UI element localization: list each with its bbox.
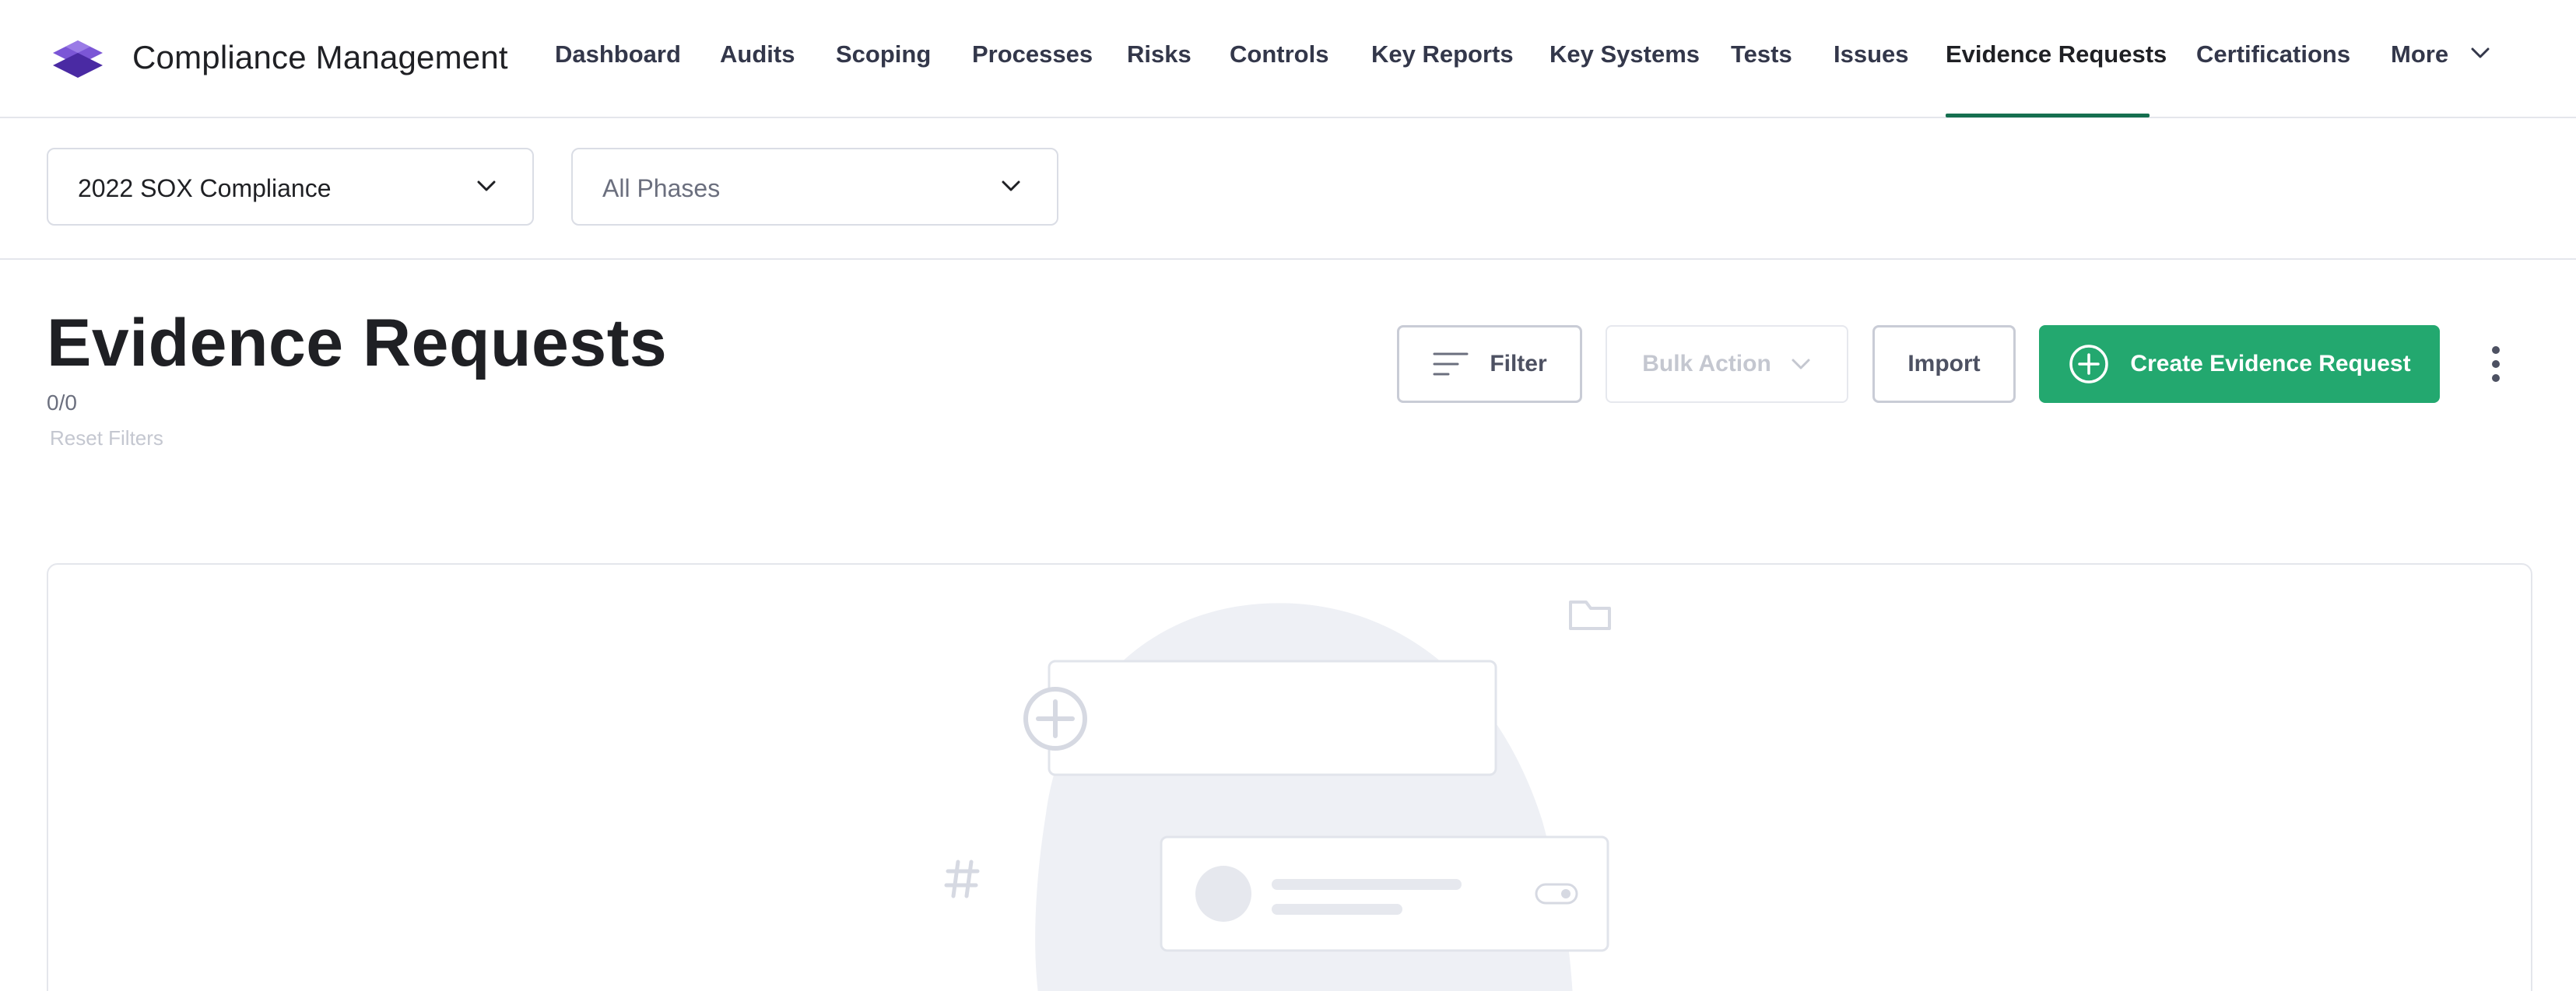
chevron-down-icon[interactable] — [2469, 44, 2492, 62]
nav-more[interactable]: More — [2391, 40, 2448, 68]
filter-bar: 2022 SOX Compliance All Phases — [0, 118, 2576, 260]
filter-lines-icon — [1433, 352, 1469, 376]
nav-evidence-requests[interactable]: Evidence Requests — [1946, 40, 2167, 68]
nav-audits[interactable]: Audits — [720, 40, 795, 68]
phase-select[interactable]: All Phases — [571, 148, 1058, 226]
illustration-card-top — [1048, 660, 1497, 776]
result-count: 0/0 — [47, 390, 77, 415]
illustration-line — [1272, 879, 1462, 890]
bulk-action-label: Bulk Action — [1642, 351, 1771, 376]
filter-button-label: Filter — [1490, 351, 1547, 376]
phase-select-value: All Phases — [602, 174, 721, 202]
more-options-icon[interactable] — [2484, 341, 2508, 387]
nav-risks[interactable]: Risks — [1127, 40, 1191, 68]
nav-dashboard[interactable]: Dashboard — [555, 40, 681, 68]
folder-icon — [1569, 601, 1611, 630]
nav-certifications[interactable]: Certifications — [2196, 40, 2350, 68]
reset-filters-link[interactable]: Reset Filters — [50, 426, 163, 450]
nav-processes[interactable]: Processes — [972, 40, 1093, 68]
chevron-down-icon — [477, 180, 496, 191]
nav-tests[interactable]: Tests — [1731, 40, 1792, 68]
active-tab-indicator — [1946, 114, 2150, 117]
create-button-label: Create Evidence Request — [2130, 351, 2411, 376]
brand[interactable]: Compliance Management — [50, 30, 508, 86]
compliance-select[interactable]: 2022 SOX Compliance — [47, 148, 534, 226]
top-navigation: Compliance Management Dashboard Audits S… — [0, 0, 2576, 118]
avatar-icon — [1195, 866, 1251, 922]
chevron-down-icon — [1792, 359, 1810, 369]
compliance-select-value: 2022 SOX Compliance — [78, 174, 332, 202]
create-evidence-request-button[interactable]: Create Evidence Request — [2039, 325, 2440, 403]
plus-circle-icon — [1023, 687, 1087, 751]
chevron-down-icon — [1002, 180, 1020, 191]
filter-button[interactable]: Filter — [1397, 325, 1582, 403]
import-button[interactable]: Import — [1872, 325, 2016, 403]
plus-circle-icon — [2069, 345, 2109, 383]
nav-key-systems[interactable]: Key Systems — [1549, 40, 1700, 68]
illustration-line — [1272, 904, 1402, 915]
bulk-action-button[interactable]: Bulk Action — [1606, 325, 1848, 403]
import-button-label: Import — [1907, 351, 1981, 376]
page-title: Evidence Requests — [47, 306, 668, 380]
nav-controls[interactable]: Controls — [1230, 40, 1328, 68]
evidence-requests-empty-card — [47, 563, 2532, 991]
nav-scoping[interactable]: Scoping — [836, 40, 931, 68]
empty-state-illustration — [944, 601, 1611, 991]
hash-icon — [944, 860, 980, 898]
layers-logo-icon — [53, 40, 103, 78]
app-title: Compliance Management — [132, 39, 508, 75]
nav-key-reports[interactable]: Key Reports — [1371, 40, 1514, 68]
nav-issues[interactable]: Issues — [1834, 40, 1909, 68]
